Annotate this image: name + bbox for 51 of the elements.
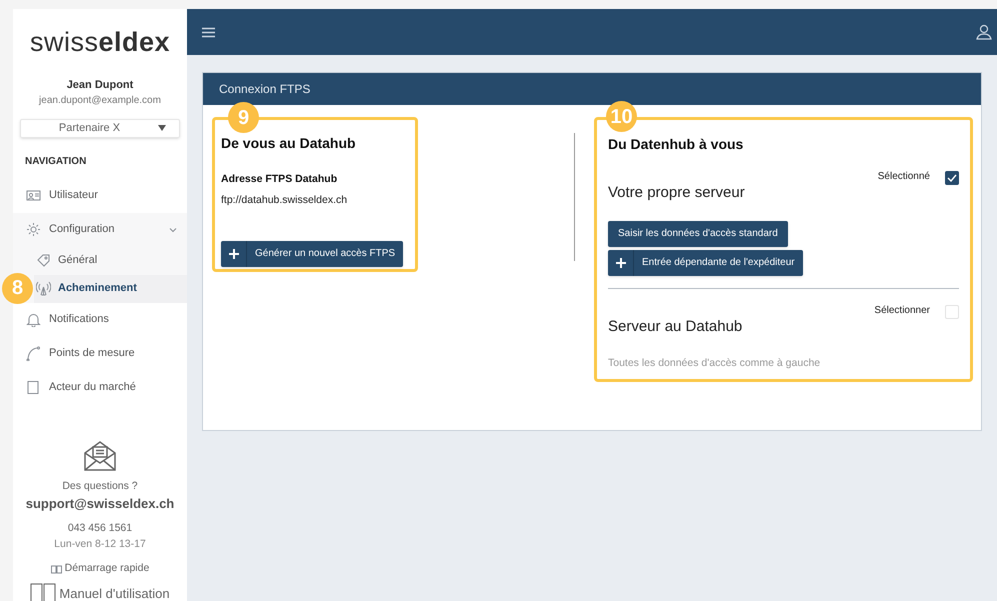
checkbox-label: Sélectionné	[878, 170, 930, 184]
add-button[interactable]: Entrée dépendante de l'expéditeur	[608, 250, 803, 276]
support-email[interactable]: support@swisseldex.ch	[26, 494, 174, 514]
checkbox-label: Sélectionner	[874, 304, 930, 318]
checkbox[interactable]	[945, 171, 959, 185]
support-phone: 043 456 1561	[68, 520, 132, 536]
nav-subitem[interactable]: Acheminement	[34, 274, 187, 302]
antenna-icon	[36, 281, 51, 296]
tag-icon	[36, 253, 51, 268]
support-hours: Lun-ven 8-12 13-17	[54, 536, 146, 552]
nav-item[interactable]: Notifications	[13, 302, 187, 336]
nav-item[interactable]: Utilisateur	[13, 178, 187, 212]
envelope-icon	[84, 440, 116, 470]
user-icon[interactable]	[976, 24, 992, 40]
user-name: Jean Dupont	[66, 78, 134, 92]
callout-badge: 9	[228, 102, 259, 133]
field-value: ftp://datahub.swisseldex.ch	[221, 192, 348, 208]
user-email: jean.dupont@example.com	[38, 94, 162, 108]
nav-item[interactable]: Configuration	[13, 212, 187, 246]
section-heading: De vous au Datahub	[221, 134, 357, 153]
nav-subitem[interactable]: Général	[34, 246, 187, 274]
field-label: Adresse FTPS Datahub	[221, 172, 338, 187]
button[interactable]: Saisir les données d'accès standard	[608, 220, 788, 246]
logo: swisseldex	[28, 26, 172, 59]
option-title: Votre propre serveur	[608, 183, 745, 203]
curve-icon	[26, 346, 41, 361]
callout-badge: 8	[2, 272, 33, 304]
book-icon	[30, 583, 56, 601]
menu-icon[interactable]	[202, 26, 215, 38]
callout-badge: 10	[606, 101, 637, 132]
support-question: Des questions ?	[62, 478, 138, 494]
book-icon	[50, 564, 62, 574]
plus-icon	[228, 248, 238, 258]
manual-link[interactable]: Manuel d'utilisation	[59, 584, 170, 601]
square-icon	[26, 380, 41, 395]
add-button[interactable]: Générer un nouvel accès FTPS	[221, 240, 404, 266]
section-heading: Du Datenhub à vous	[608, 135, 744, 154]
partner-dropdown[interactable]: Partenaire X	[20, 119, 180, 138]
plus-icon	[616, 258, 626, 268]
panel-title: Connexion FTPS	[219, 81, 310, 98]
nav-item[interactable]: Points de mesure	[13, 336, 187, 370]
nav-heading: NAVIGATION	[25, 154, 88, 168]
nav-item[interactable]: Acteur du marché	[13, 370, 187, 404]
checkbox[interactable]	[945, 304, 959, 318]
chevron-down-icon	[169, 226, 177, 234]
option-title: Serveur au Datahub	[608, 316, 742, 336]
caret-icon	[158, 125, 166, 132]
note-text: Toutes les données d'accès comme à gauche	[608, 356, 822, 371]
bell-icon	[26, 312, 41, 327]
user-card-icon	[26, 188, 41, 203]
quick-start-link[interactable]: Démarrage rapide	[64, 561, 150, 577]
